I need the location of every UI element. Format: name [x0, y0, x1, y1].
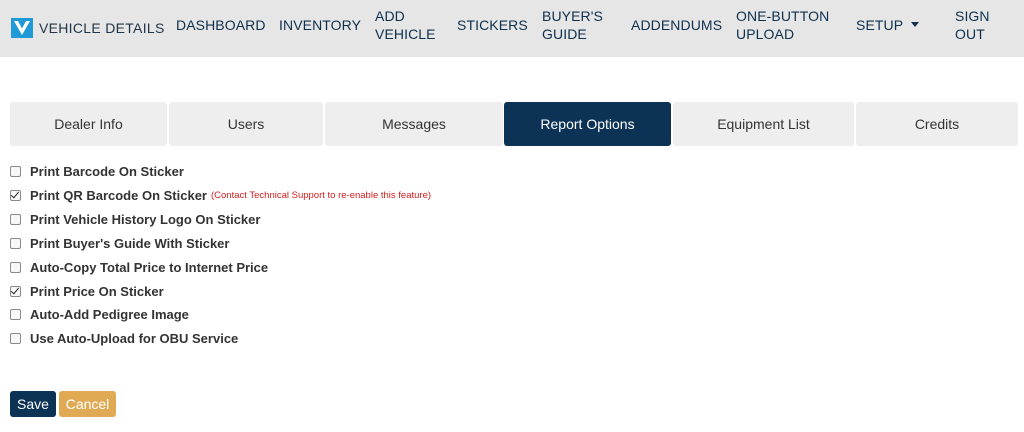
tab-report-options-label: Report Options	[540, 116, 635, 132]
tab-credits-label: Credits	[914, 116, 960, 132]
option-print-price: Print Price On Sticker	[10, 282, 164, 300]
tab-users-label: Users	[227, 116, 265, 132]
nav-one-button-upload-line2: UPLOAD	[736, 26, 795, 42]
nav-addendums-label: ADDENDUMS	[631, 17, 723, 33]
nav-sign-out-line1: SIGN	[955, 8, 990, 24]
tab-dealer-info-label: Dealer Info	[54, 116, 123, 132]
nav-dashboard-label: DASHBOARD	[176, 17, 266, 33]
option-print-vehicle-history-logo: Print Vehicle History Logo On Sticker	[10, 210, 260, 228]
nav-one-button-upload-line1: ONE-BUTTON	[736, 8, 830, 24]
cancel-button[interactable]: Cancel	[59, 391, 116, 417]
tab-dealer-info[interactable]: Dealer Info	[10, 102, 167, 146]
option-label[interactable]: Print Buyer's Guide With Sticker	[30, 236, 229, 251]
nav-add-vehicle-line2: VEHICLE	[375, 26, 436, 42]
option-auto-add-pedigree: Auto-Add Pedigree Image	[10, 305, 189, 323]
nav-one-button-upload[interactable]: ONE-BUTTON UPLOAD	[736, 7, 829, 43]
tab-messages-label: Messages	[382, 116, 446, 132]
nav-sign-out[interactable]: SIGN OUT	[955, 7, 990, 43]
brand-logo[interactable]: VEHICLE DETAILS	[11, 17, 165, 39]
option-label[interactable]: Auto-Add Pedigree Image	[30, 307, 189, 322]
option-checkbox[interactable]	[10, 261, 21, 273]
option-label[interactable]: Use Auto-Upload for OBU Service	[30, 331, 238, 346]
nav-buyers-guide[interactable]: BUYER'S GUIDE	[542, 7, 603, 43]
option-label[interactable]: Print Price On Sticker	[30, 284, 164, 299]
nav-inventory[interactable]: INVENTORY	[279, 16, 361, 34]
option-checkbox[interactable]	[10, 308, 21, 320]
brand-name: VEHICLE DETAILS	[39, 20, 165, 36]
caret-down-icon	[911, 21, 920, 27]
v-logo-icon	[11, 18, 33, 38]
option-auto-copy-price: Auto-Copy Total Price to Internet Price	[10, 258, 268, 276]
option-print-qr-barcode: Print QR Barcode On Sticker (Contact Tec…	[10, 186, 431, 204]
tab-messages[interactable]: Messages	[325, 102, 503, 146]
tab-credits[interactable]: Credits	[856, 102, 1018, 146]
nav-inventory-label: INVENTORY	[279, 17, 362, 33]
option-checkbox[interactable]	[10, 189, 21, 201]
option-auto-upload-obu: Use Auto-Upload for OBU Service	[10, 329, 238, 347]
nav-sign-out-line2: OUT	[955, 26, 985, 42]
nav-setup-label: SETUP	[856, 17, 904, 33]
save-button[interactable]: Save	[10, 391, 56, 417]
nav-stickers-label: STICKERS	[457, 17, 528, 33]
option-print-barcode: Print Barcode On Sticker	[10, 162, 184, 180]
top-navbar: VEHICLE DETAILS DASHBOARD INVENTORY ADD …	[0, 0, 1024, 57]
nav-add-vehicle[interactable]: ADD VEHICLE	[375, 7, 436, 43]
option-label[interactable]: Print QR Barcode On Sticker	[30, 188, 207, 203]
option-checkbox[interactable]	[10, 165, 21, 177]
option-print-buyers-guide: Print Buyer's Guide With Sticker	[10, 234, 229, 252]
option-checkbox[interactable]	[10, 237, 21, 249]
nav-buyers-guide-line2: GUIDE	[542, 26, 587, 42]
option-checkbox[interactable]	[10, 285, 21, 297]
nav-stickers[interactable]: STICKERS	[457, 16, 528, 34]
option-label[interactable]: Auto-Copy Total Price to Internet Price	[30, 260, 268, 275]
nav-dashboard[interactable]: DASHBOARD	[176, 16, 266, 34]
tab-users[interactable]: Users	[169, 102, 323, 146]
option-warning-note: (Contact Technical Support to re-enable …	[211, 189, 432, 201]
tab-equipment-list[interactable]: Equipment List	[673, 102, 854, 146]
save-button-label: Save	[17, 396, 49, 412]
tab-equipment-list-label: Equipment List	[717, 116, 810, 132]
option-checkbox[interactable]	[10, 332, 21, 344]
nav-addendums[interactable]: ADDENDUMS	[631, 16, 722, 34]
nav-setup-dropdown[interactable]: SETUP	[856, 16, 920, 34]
nav-buyers-guide-line1: BUYER'S	[542, 8, 603, 24]
cancel-button-label: Cancel	[65, 396, 110, 412]
option-label[interactable]: Print Vehicle History Logo On Sticker	[30, 212, 260, 227]
option-checkbox[interactable]	[10, 213, 21, 225]
tab-report-options[interactable]: Report Options	[504, 102, 671, 146]
option-label[interactable]: Print Barcode On Sticker	[30, 164, 184, 179]
nav-add-vehicle-line1: ADD	[375, 8, 405, 24]
